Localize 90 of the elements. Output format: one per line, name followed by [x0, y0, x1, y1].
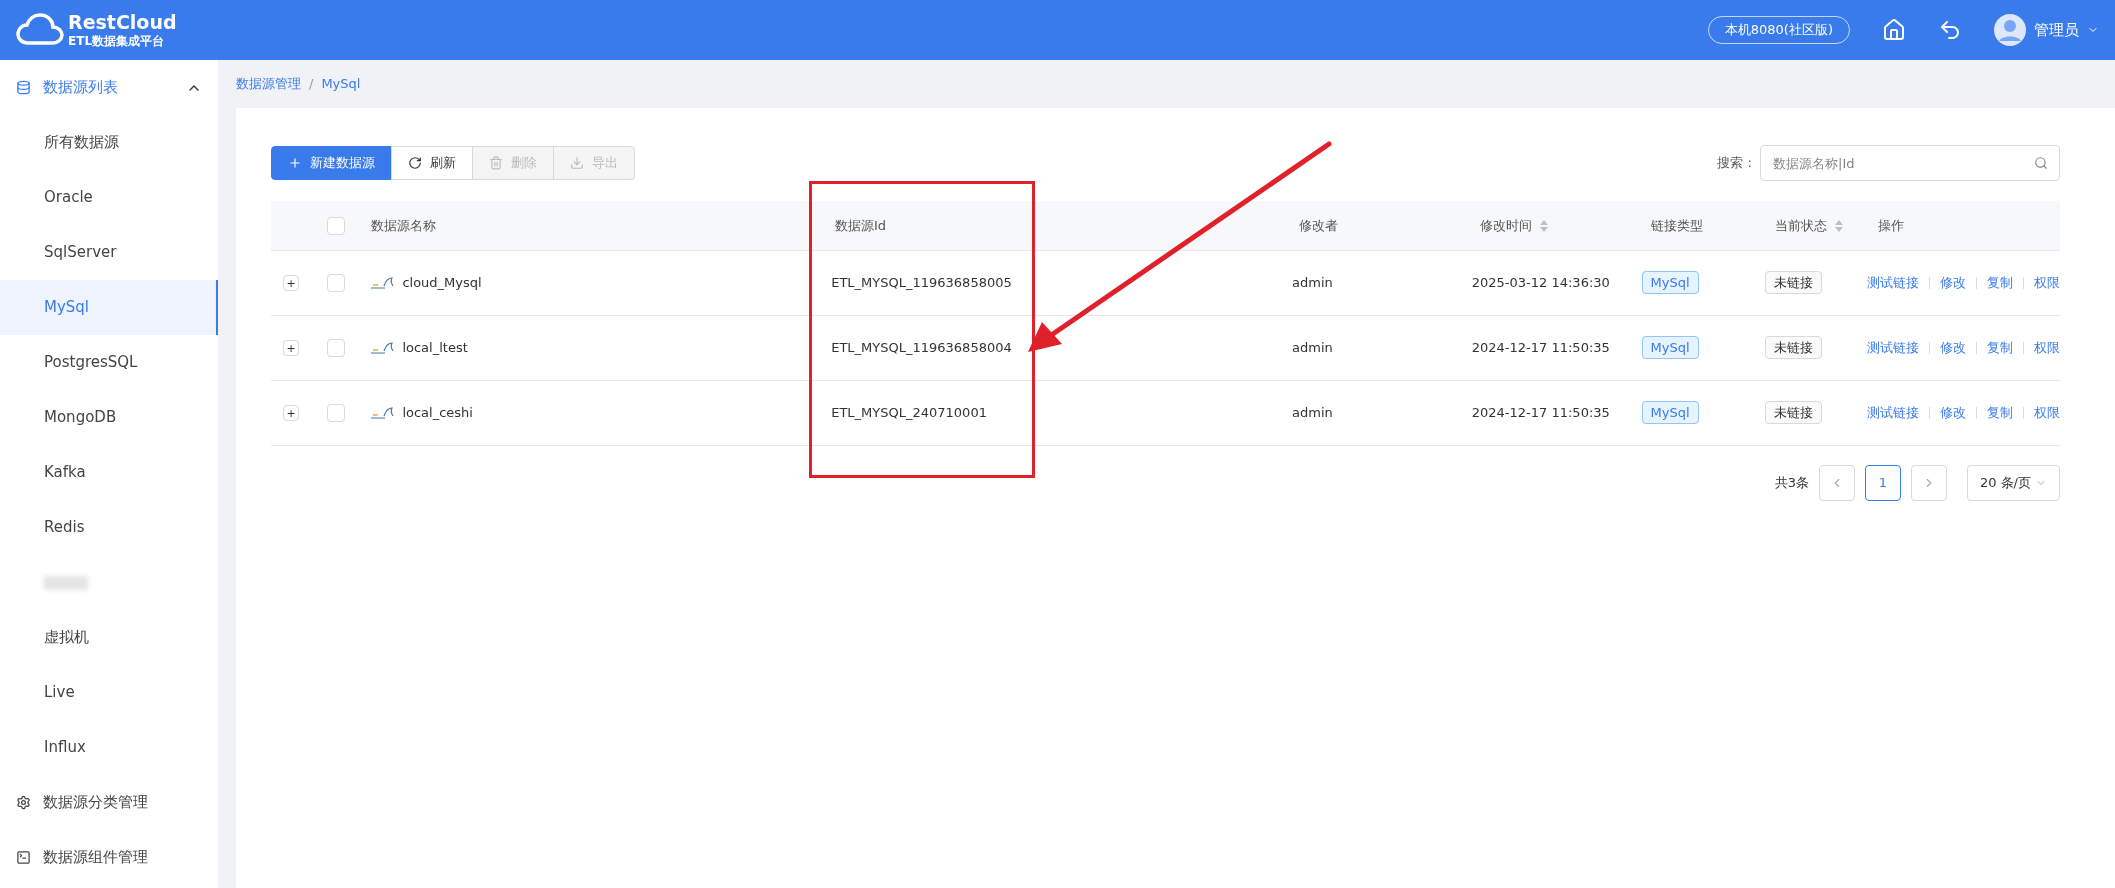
sidebar-item[interactable]: Kafka [0, 445, 218, 500]
brand-subtitle: ETL数据集成平台 [68, 34, 166, 50]
action-link[interactable]: 权限 [2034, 403, 2060, 423]
plus-icon [288, 156, 302, 170]
status-tag: 未链接 [1764, 401, 1822, 425]
column-header: 数据源Id [835, 216, 887, 235]
checkbox[interactable] [327, 216, 345, 235]
trash-icon [489, 156, 503, 170]
user-name[interactable]: 管理员 [2034, 18, 2079, 42]
column-header: 修改时间 [1480, 216, 1532, 235]
expand-button[interactable]: + [283, 340, 299, 356]
page-size-select[interactable]: 20 条/页 [1966, 465, 2060, 501]
table-cell: ETL_MYSQL_119636858005 [831, 275, 1012, 291]
table-cell: ETL_MYSQL_240710001 [831, 405, 987, 421]
column-header: 修改者 [1299, 216, 1338, 235]
sort-icon[interactable] [1835, 219, 1843, 232]
next-page-button[interactable] [1910, 465, 1947, 501]
column-header: 操作 [1878, 216, 1904, 235]
avatar-icon[interactable] [1994, 14, 2026, 46]
action-link[interactable]: 权限 [2034, 338, 2060, 358]
breadcrumb-link[interactable]: MySql [321, 74, 361, 94]
terminal-icon [16, 850, 31, 865]
action-link[interactable]: 权限 [2034, 273, 2060, 293]
back-icon[interactable] [1938, 18, 1962, 42]
sidebar-item[interactable]: Influx [0, 720, 218, 775]
type-tag: MySql [1641, 401, 1699, 425]
sidebar-item[interactable]: PostgresSQL [0, 335, 218, 390]
expand-button[interactable]: + [283, 275, 299, 291]
dolphin-logo-icon [370, 341, 395, 355]
action-link[interactable]: 测试链接 [1867, 403, 1919, 423]
download-icon [570, 156, 584, 170]
action-link[interactable]: 修改 [1940, 273, 1966, 293]
total-count: 共3条 [1774, 474, 1809, 493]
search-label: 搜索 : [1717, 154, 1752, 173]
datasource-name: local_ceshi [402, 404, 473, 423]
dolphin-logo-icon [370, 276, 395, 290]
table-cell: admin [1292, 340, 1333, 356]
action-link[interactable]: 测试链接 [1867, 338, 1919, 358]
refresh-icon [408, 156, 422, 170]
checkbox[interactable] [326, 274, 345, 292]
home-icon[interactable] [1882, 18, 1906, 42]
expand-button[interactable]: + [283, 405, 299, 421]
dolphin-logo-icon [370, 406, 395, 420]
database-icon [16, 80, 31, 95]
toolbar-button[interactable]: 新建数据源 [271, 146, 392, 180]
checkbox[interactable] [326, 339, 345, 357]
breadcrumb-separator: / [309, 75, 314, 94]
sidebar-item[interactable]: Oracle [0, 170, 218, 225]
datasource-name: cloud_Mysql [402, 274, 482, 293]
checkbox[interactable] [326, 404, 345, 422]
status-tag: 未链接 [1764, 336, 1822, 360]
table-cell: admin [1292, 405, 1333, 421]
sidebar-link[interactable]: 数据源分类管理 [0, 775, 218, 830]
type-tag: MySql [1641, 271, 1699, 295]
action-link[interactable]: 复制 [1987, 273, 2013, 293]
column-header: 数据源名称 [371, 216, 436, 235]
column-header: 链接类型 [1651, 216, 1703, 235]
table-cell: ETL_MYSQL_119636858004 [831, 340, 1012, 356]
datasource-name: local_ltest [402, 339, 468, 358]
search-icon[interactable] [2034, 156, 2048, 170]
toolbar-button[interactable]: 刷新 [391, 146, 473, 180]
table-cell: 2024-12-17 11:50:35 [1471, 340, 1610, 356]
sort-icon[interactable] [1540, 219, 1548, 232]
sidebar-item[interactable]: MongoDB [0, 390, 218, 445]
table-cell: 2025-03-12 14:36:30 [1471, 275, 1610, 291]
sidebar-link[interactable]: 数据源组件管理 [0, 830, 218, 885]
column-header: 当前状态 [1775, 216, 1827, 235]
sidebar-item[interactable]: Redis [0, 500, 218, 555]
breadcrumb-link[interactable]: 数据源管理 [236, 74, 301, 94]
sidebar-group-header[interactable]: 数据源列表 [0, 60, 218, 115]
previous-page-button[interactable] [1818, 465, 1855, 501]
sidebar-item[interactable]: 虚拟机 [0, 610, 218, 665]
table-cell: admin [1292, 275, 1333, 291]
action-link[interactable]: 测试链接 [1867, 273, 1919, 293]
sidebar-item[interactable]: MySql [0, 280, 218, 335]
sidebar-item[interactable]: SqlServer [0, 225, 218, 280]
cloud-logo-icon [16, 13, 64, 47]
table-cell: 2024-12-17 11:50:35 [1471, 405, 1610, 421]
sidebar-item[interactable]: 所有数据源 [0, 115, 218, 170]
action-link[interactable]: 复制 [1987, 338, 2013, 358]
settings-icon [16, 795, 31, 810]
action-link[interactable]: 修改 [1940, 403, 1966, 423]
sidebar-item[interactable]: Live [0, 665, 218, 720]
action-link[interactable]: 复制 [1987, 403, 2013, 423]
brand-name: RestCloud [68, 10, 177, 35]
search-field[interactable]: 数据源名称|Id [1760, 145, 2060, 181]
status-tag: 未链接 [1764, 271, 1822, 295]
page-button[interactable]: 1 [1864, 465, 1901, 501]
type-tag: MySql [1641, 336, 1699, 360]
action-link[interactable]: 修改 [1940, 338, 1966, 358]
